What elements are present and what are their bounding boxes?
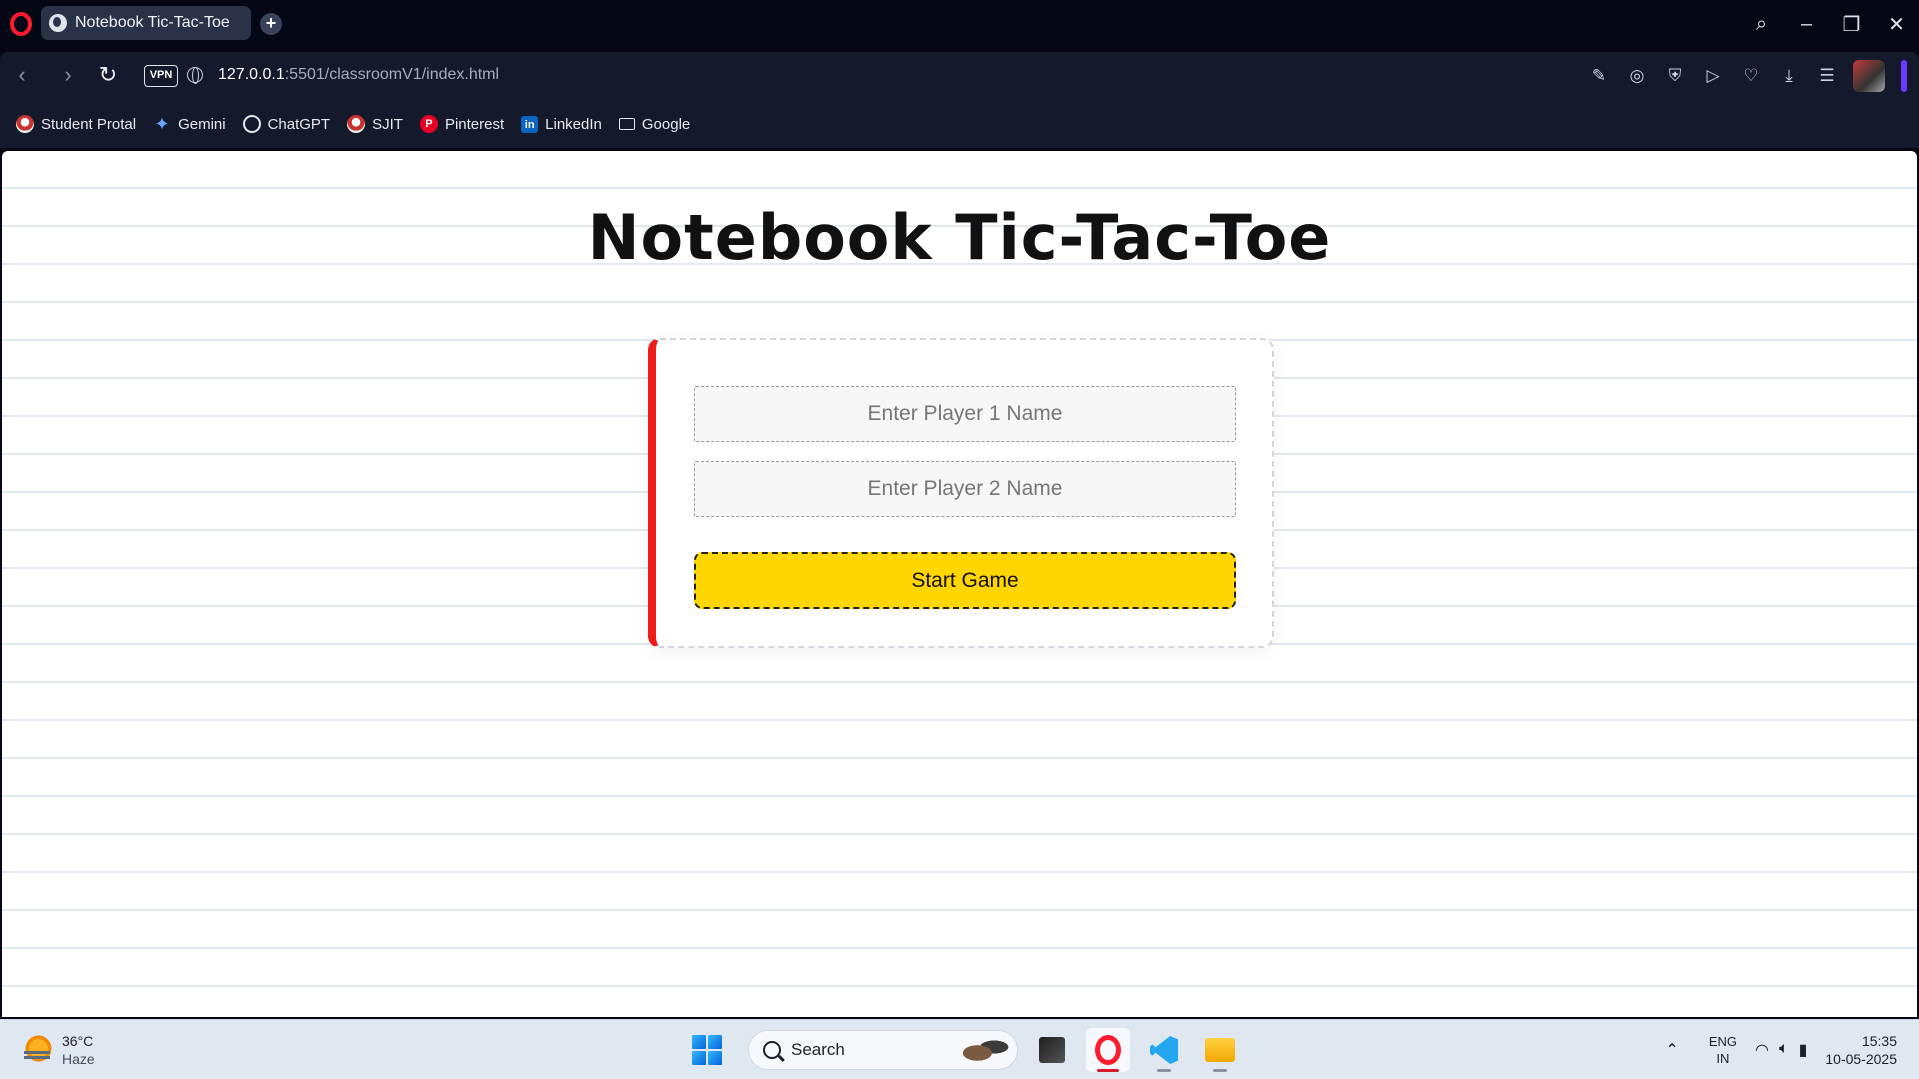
taskbar-app-file-explorer[interactable] <box>1198 1028 1242 1072</box>
bookmarks-bar: Student Protal ✦ Gemini ChatGPT SJIT P Pin… <box>0 100 1919 148</box>
clock-time: 15:35 <box>1861 1033 1897 1049</box>
page-viewport: Notebook Tic-Tac-Toe Start Game <box>2 151 1917 1017</box>
opera-logo-icon[interactable] <box>10 12 32 36</box>
bookmark-pinterest[interactable]: P Pinterest <box>419 115 505 133</box>
tab-notebook-tic-tac-toe[interactable]: Notebook Tic-Tac-Toe <box>41 6 251 40</box>
menu-icon[interactable]: ☰ <box>1815 64 1839 88</box>
player1-name-input[interactable] <box>694 386 1236 442</box>
browser-tab-bar: Notebook Tic-Tac-Toe + ⌕ – ❐ ✕ <box>0 0 1919 48</box>
bookmark-label: SJIT <box>372 115 403 133</box>
clock-date: 10-05-2025 <box>1825 1051 1897 1067</box>
url-host: 127.0.0.1 <box>218 66 285 83</box>
bookmark-label: LinkedIn <box>545 115 602 133</box>
file-explorer-icon <box>1205 1038 1235 1062</box>
chatgpt-icon <box>242 115 261 133</box>
tab-favicon-icon <box>49 14 67 32</box>
vpn-badge[interactable]: VPN <box>144 65 178 87</box>
tray-icons[interactable]: ◠ 🔈︎ ▮ <box>1755 1040 1807 1060</box>
weather-widget[interactable]: 36°C Haze <box>22 1032 95 1068</box>
url-path: :5501/classroomV1/index.html <box>284 66 500 83</box>
heart-icon[interactable]: ♡ <box>1739 64 1763 88</box>
vscode-icon <box>1150 1036 1178 1064</box>
bookmark-label: ChatGPT <box>267 115 331 133</box>
bookmark-google-folder[interactable]: Google <box>618 115 691 133</box>
bookmark-chatgpt[interactable]: ChatGPT <box>242 115 331 133</box>
play-icon[interactable]: ▷ <box>1701 64 1725 88</box>
player-setup-card: Start Game <box>648 338 1274 648</box>
sjit-icon <box>347 115 366 133</box>
globe-icon[interactable] <box>187 67 203 84</box>
pinterest-icon: P <box>419 115 438 133</box>
edit-icon[interactable]: ✎ <box>1587 64 1611 88</box>
new-tab-button[interactable]: + <box>260 13 282 35</box>
close-icon[interactable]: ✕ <box>1874 12 1919 37</box>
page-title: Notebook Tic-Tac-Toe <box>587 201 1332 274</box>
language-indicator[interactable]: ENG IN <box>1709 1033 1737 1067</box>
opera-icon <box>1095 1035 1121 1065</box>
search-icon <box>763 1041 781 1059</box>
profile-avatar[interactable] <box>1853 60 1885 92</box>
camera-icon[interactable]: ◎ <box>1625 64 1649 88</box>
search-label: Search <box>791 1040 845 1059</box>
bookmark-label: Student Protal <box>41 115 137 133</box>
haze-sun-icon <box>22 1035 52 1065</box>
bookmark-label: Gemini <box>178 115 226 133</box>
windows-start-icon[interactable] <box>692 1035 722 1065</box>
bookmark-sjit[interactable]: SJIT <box>347 115 403 133</box>
window-controls: ⌕ – ❐ ✕ <box>1739 0 1919 48</box>
start-game-button[interactable]: Start Game <box>694 552 1236 609</box>
taskbar-app-task-view[interactable] <box>1030 1028 1074 1072</box>
weather-condition: Haze <box>62 1051 95 1067</box>
search-tabs-icon[interactable]: ⌕ <box>1739 13 1784 36</box>
shield-icon[interactable]: ⛨ <box>1663 64 1687 88</box>
address-bar: ‹ › ↻ VPN 127.0.0.1:5501/classroomV1/ind… <box>0 52 1919 100</box>
windows-taskbar: 36°C Haze Search ⌃ ENG IN ◠ 🔈︎ ▮ 15:35 1… <box>0 1019 1919 1079</box>
taskbar-search[interactable]: Search <box>748 1030 1018 1070</box>
linkedin-icon: in <box>521 115 539 133</box>
back-arrow-icon[interactable]: ‹ <box>10 64 34 88</box>
running-indicator <box>1213 1069 1227 1072</box>
url-field[interactable]: 127.0.0.1:5501/classroomV1/index.html <box>218 66 499 84</box>
task-view-icon <box>1039 1037 1065 1063</box>
wifi-icon: ◠ <box>1754 1042 1769 1059</box>
tab-title: Notebook Tic-Tac-Toe <box>75 14 230 31</box>
restore-icon[interactable]: ❐ <box>1829 12 1874 37</box>
taskbar-app-vscode[interactable] <box>1142 1028 1186 1072</box>
taskbar-apps: Search <box>692 1028 1242 1072</box>
bookmark-label: Google <box>641 115 691 133</box>
language-region: IN <box>1716 1051 1730 1066</box>
portal-icon <box>16 115 34 133</box>
folder-icon <box>618 118 635 130</box>
taskbar-app-opera[interactable] <box>1086 1028 1130 1072</box>
system-tray: ⌃ ENG IN ◠ 🔈︎ ▮ 15:35 10-05-2025 <box>1665 1020 1919 1079</box>
battery-icon: ▮ <box>1798 1042 1808 1059</box>
reload-icon[interactable]: ↻ <box>96 64 120 88</box>
clock[interactable]: 15:35 10-05-2025 <box>1825 1032 1897 1068</box>
bookmark-student-portal[interactable]: Student Protal <box>16 115 136 133</box>
forward-arrow-icon[interactable]: › <box>56 64 80 88</box>
player2-name-input[interactable] <box>694 461 1236 517</box>
active-indicator <box>1097 1069 1119 1072</box>
bookmark-linkedin[interactable]: in LinkedIn <box>521 115 602 133</box>
minimize-icon[interactable]: – <box>1784 13 1829 36</box>
weather-temperature: 36°C <box>62 1033 94 1049</box>
download-icon[interactable]: ⤓ <box>1777 64 1801 88</box>
gemini-icon: ✦ <box>154 114 170 134</box>
language-code: ENG <box>1708 1034 1737 1049</box>
chevron-up-icon[interactable]: ⌃ <box>1665 1040 1678 1060</box>
browser-toolbar: ✎ ◎ ⛨ ▷ ♡ ⤓ ☰ <box>1587 60 1907 92</box>
sidebar-toggle[interactable] <box>1901 60 1907 92</box>
running-indicator <box>1157 1069 1171 1072</box>
bookmark-gemini[interactable]: ✦ Gemini <box>153 115 226 133</box>
bookmark-label: Pinterest <box>444 115 505 133</box>
volume-icon: 🔈︎ <box>1778 1040 1789 1057</box>
search-highlight-image <box>955 1035 1011 1065</box>
